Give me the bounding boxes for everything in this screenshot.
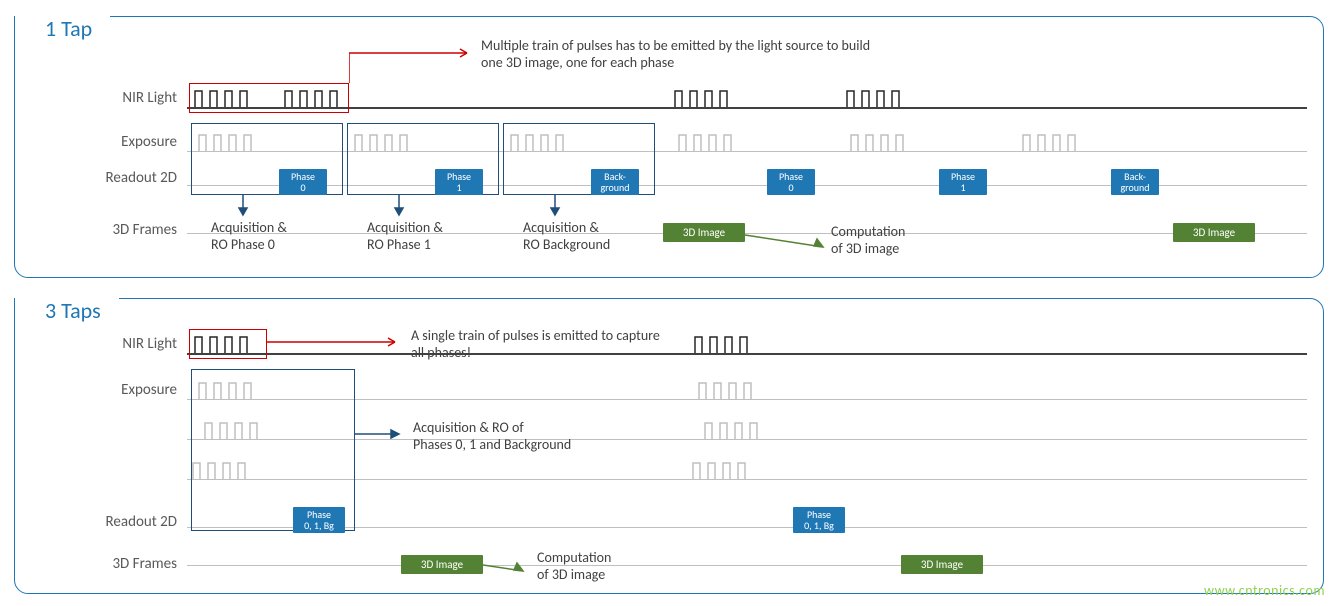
phase-combined-tag-1: Phase 0, 1, Bg <box>293 507 345 533</box>
phase1-tag-2: Phase 1 <box>939 169 987 195</box>
pulses-nir <box>187 87 1307 109</box>
label-exposure-2: Exposure <box>67 381 177 399</box>
panel-1tap: 1 Tap NIR Light Exposure Readout 2D 3D F… <box>14 16 1324 278</box>
3d-image-tag-4: 3D Image <box>901 555 983 574</box>
phase-combined-tag-2: Phase 0, 1, Bg <box>793 507 845 533</box>
callout-3taps: A single train of pulses is emitted to c… <box>411 327 671 361</box>
phase1-tag: Phase 1 <box>435 169 483 195</box>
label-frames: 3D Frames <box>67 221 177 239</box>
3d-image-tag-3: 3D Image <box>401 555 483 574</box>
arrow-blue-2-icon <box>355 427 409 441</box>
red-highlight-box-2 <box>189 329 267 359</box>
bg-tag: Back- ground <box>591 169 639 195</box>
panel-1tap-title: 1 Tap <box>15 15 110 42</box>
acq-label-bg: Acquisition & RO Background <box>523 219 610 253</box>
watermark: www.cntronics.com <box>1204 582 1325 599</box>
3d-image-tag-2: 3D Image <box>1173 223 1255 242</box>
arrow-red-2-icon <box>267 335 405 349</box>
acq-label-0: Acquisition & RO Phase 0 <box>211 219 287 253</box>
label-readout-2: Readout 2D <box>67 513 177 531</box>
callout-1tap: Multiple train of pulses has to be emitt… <box>481 37 881 71</box>
panel-3taps-title: 3 Taps <box>15 297 119 324</box>
label-readout: Readout 2D <box>67 169 177 187</box>
acq-label-combined: Acquisition & RO of Phases 0, 1 and Back… <box>413 419 571 453</box>
3d-image-tag-1: 3D Image <box>663 223 745 242</box>
label-frames-2: 3D Frames <box>67 555 177 573</box>
phase0-tag: Phase 0 <box>279 169 327 195</box>
label-exposure: Exposure <box>67 133 177 151</box>
arrow-green-2-icon <box>483 557 533 577</box>
axis <box>187 527 1307 528</box>
phase0-tag-2: Phase 0 <box>767 169 815 195</box>
acq-label-1: Acquisition & RO Phase 1 <box>367 219 443 253</box>
axis <box>187 233 1307 234</box>
arrow-red-icon <box>349 47 479 87</box>
red-highlight-box <box>189 83 349 113</box>
computation-label: Computation of 3D image <box>831 223 905 257</box>
axis <box>187 565 1307 566</box>
bg-tag-2: Back- ground <box>1111 169 1159 195</box>
computation-label-2: Computation of 3D image <box>537 549 611 583</box>
label-nir-2: NIR Light <box>67 335 177 353</box>
label-nir: NIR Light <box>67 89 177 107</box>
panel-3taps: 3 Taps NIR Light Exposure Readout 2D 3D … <box>14 298 1324 594</box>
